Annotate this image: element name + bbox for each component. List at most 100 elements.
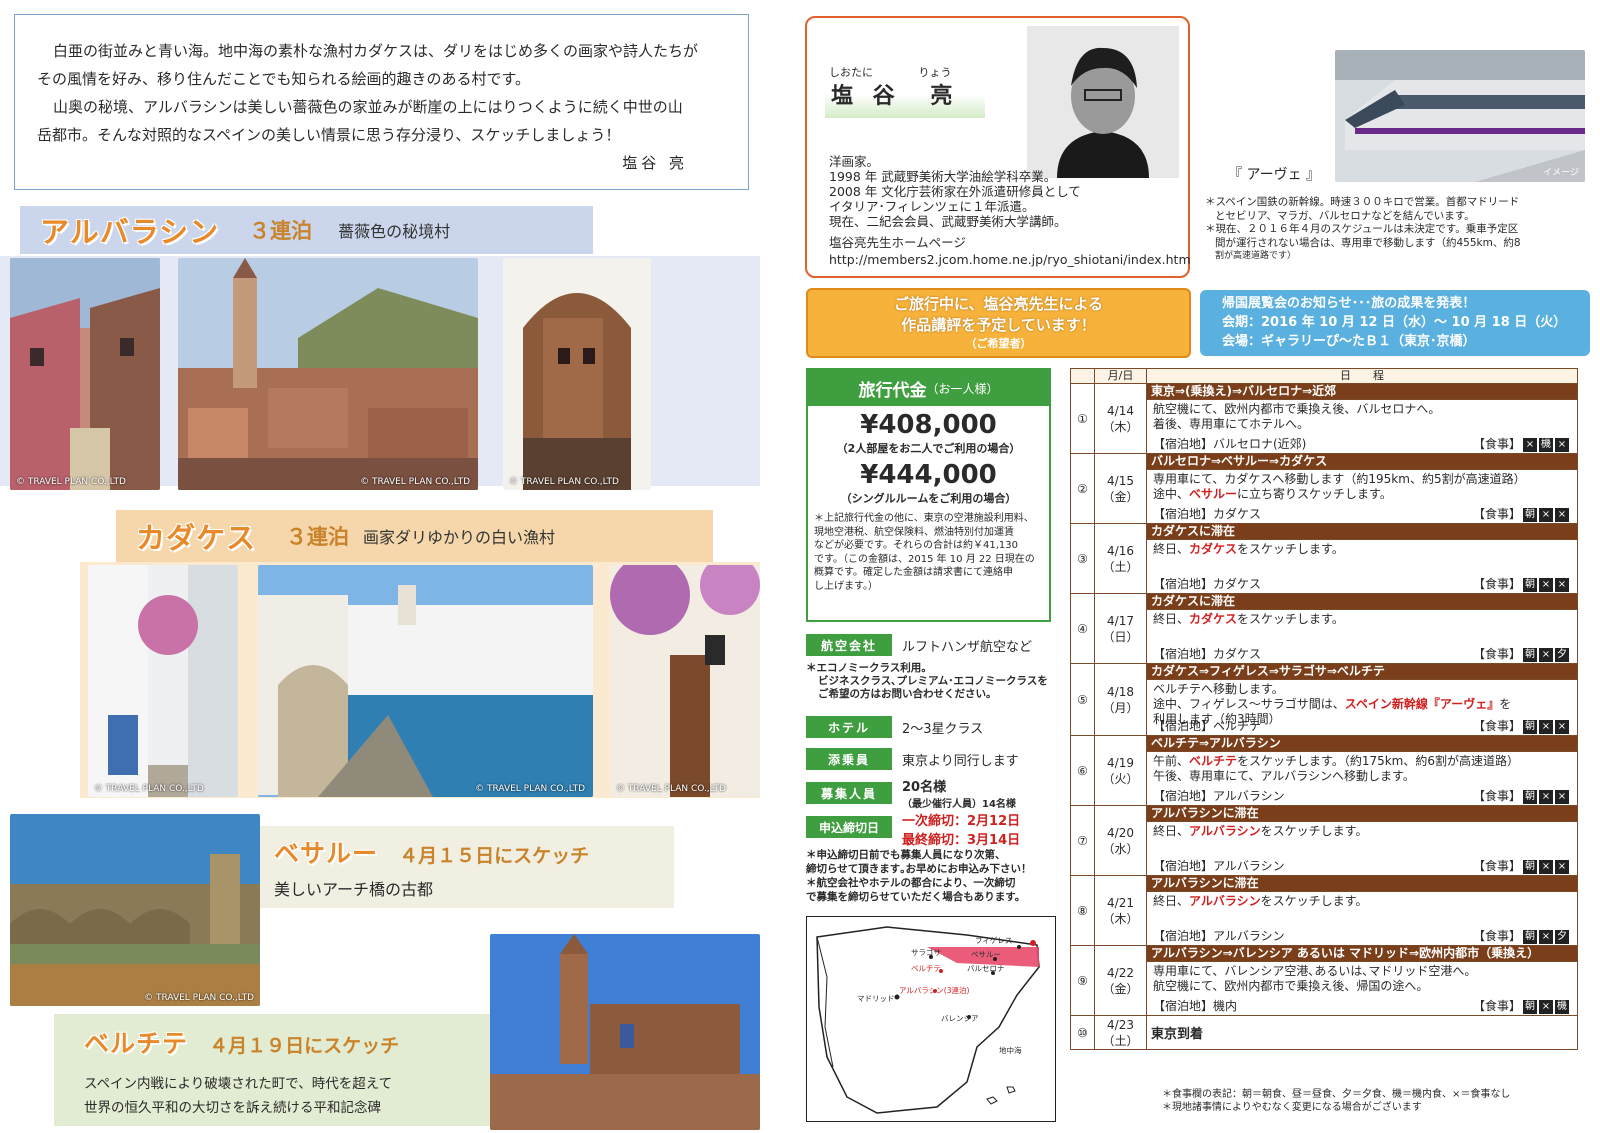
meal-icon: 夕 xyxy=(1555,647,1569,662)
meal-info: 【食事】 × 機 × xyxy=(1473,437,1569,452)
cadaques-photo-bay: © TRAVEL PLAN CO.,LTD xyxy=(258,565,593,797)
price-header: 旅行代金 （お一人様） xyxy=(808,370,1049,406)
meal-icon: × xyxy=(1539,647,1553,662)
legend-line-1: ＊食事欄の表記：朝＝朝食、昼＝昼食、夕＝夕食、機＝機内食、×＝食事なし xyxy=(1162,1089,1511,1100)
day-number: ⑩ xyxy=(1070,1015,1095,1050)
day-detail: 終日、アルバラシンをスケッチします。 【宿泊地】アルバラシン 【食事】朝 × × xyxy=(1146,821,1578,876)
weekday-text: （木） xyxy=(1102,911,1139,926)
meal-icon: 朝 xyxy=(1523,789,1537,804)
meal-icon: 朝 xyxy=(1523,999,1537,1014)
highlight-place: ベルチテ xyxy=(1189,754,1238,768)
guide-row: 添乗員 東京より同行します xyxy=(806,748,1051,770)
weekday-text: （土） xyxy=(1102,559,1139,574)
map-label-zaragoza: サラゴサ xyxy=(911,948,941,957)
map-label-besalu: ベサルー xyxy=(971,950,1001,959)
capacity-label: 募集人員 xyxy=(806,782,892,804)
copyright-label: © TRAVEL PLAN CO.,LTD xyxy=(94,784,204,794)
schedule-detail-row: ベルチテへ移動します。 途中、フィゲレス～サラゴサ間は、スペイン新幹線『アーヴェ』… xyxy=(1071,679,1578,736)
critique-box: ご旅行中に、塩谷亮先生による 作品講評を予定しています！ （ご希望者） xyxy=(806,288,1191,358)
stay-place: 【宿泊地】カダケス xyxy=(1153,647,1262,661)
date-text: 4/17 xyxy=(1107,613,1134,628)
schedule-detail-row: 午前、ベルチテをスケッチします。（約175km、約6割が高速道路） 午後、専用車に… xyxy=(1071,751,1578,806)
schedule-line: 午後、専用車にて、アルバラシンへ移動します。 xyxy=(1153,769,1415,783)
line-part: 終日、 xyxy=(1153,894,1190,908)
bio-line-5: 現在、二紀会会員、武蔵野美術大学講師。 xyxy=(829,214,1067,229)
deadline-note-2: 締切らせて頂きます｡お早めにお申込み下さい！ xyxy=(806,863,1032,875)
critique-line-1: ご旅行中に、塩谷亮先生による xyxy=(893,295,1104,313)
airline-row: 航空会社 ルフトハンザ航空など xyxy=(806,634,1051,656)
weekday-text: （木） xyxy=(1102,419,1139,434)
line-part: 途中、 xyxy=(1153,487,1190,501)
line-part: をスケッチします。 xyxy=(1237,612,1344,626)
schedule-line: 終日、カダケスをスケッチします。 xyxy=(1153,612,1571,627)
day-number: ③ xyxy=(1070,523,1095,594)
day-date: 4/20 （水） xyxy=(1094,805,1147,876)
meal-icon: 朝 xyxy=(1523,929,1537,944)
day-detail: ベルチテへ移動します。 途中、フィゲレス～サラゴサ間は、スペイン新幹線『アーヴェ』… xyxy=(1146,679,1578,736)
copyright-label: © TRAVEL PLAN CO.,LTD xyxy=(616,784,726,794)
albarracin-photo-arch: © TRAVEL PLAN CO.,LTD xyxy=(503,258,651,490)
ave-note-5: 割が高速道路です） xyxy=(1215,251,1297,261)
single-price: ¥444,000 xyxy=(860,460,997,490)
hotel-value: 2～3星クラス xyxy=(902,721,984,737)
day-date: 4/21 （木） xyxy=(1094,875,1147,946)
schedule-line: 航空機にて、欧州内都市で乗換え後、バルセロナへ。 xyxy=(1153,402,1441,416)
meal-icon: 朝 xyxy=(1523,647,1537,662)
albarracin-heading: アルバラシン ３連泊 薔薇色の秘境村 xyxy=(20,206,593,254)
copyright-label: © TRAVEL PLAN CO.,LTD xyxy=(144,993,254,1003)
deadline-row: 申込締切日 一次締切：2月12日 最終締切：3月14日 xyxy=(806,810,1051,848)
schedule-day-row: ⑤ 4/18 （月） カダケス⇒フィゲレス⇒サラゴサ⇒ベルチテ xyxy=(1070,663,1578,736)
meal-label: 【食事】 xyxy=(1472,647,1521,661)
meal-icon: × xyxy=(1539,789,1553,804)
day-number: ⑦ xyxy=(1070,805,1095,876)
albarracin-title: アルバラシン xyxy=(40,215,220,249)
col-plan-header: 日 程 xyxy=(1146,368,1578,384)
schedule-line: ベルチテへ移動します。 xyxy=(1153,682,1284,696)
line-part: 終日、 xyxy=(1153,612,1190,626)
meal-icon: 朝 xyxy=(1523,859,1537,874)
price-box: 旅行代金 （お一人様） ¥408,000 （2人部屋をお二人でご利用の場合） ¥… xyxy=(806,368,1051,622)
stay-place: 【宿泊地】バルセロナ(近郊) xyxy=(1153,437,1307,451)
ave-note-4: 間が運行されない場合は、専用車で移動します（約455km、約8 xyxy=(1215,236,1521,249)
bio-line-1: 洋画家。 xyxy=(829,154,880,169)
date-text: 4/16 xyxy=(1107,543,1134,558)
map-label-albarracin: アルバラシン(3連泊) xyxy=(899,986,970,995)
exhibition-period: 会期：2016 年 10 月 12 日（水）～ 10 月 18 日（火） xyxy=(1222,315,1567,330)
col-date-header: 月/日 xyxy=(1094,368,1147,384)
highlight-place: ベサルー xyxy=(1189,487,1238,501)
besalu-subtitle: 美しいアーチ橋の古都 xyxy=(274,880,434,899)
copyright-label: © TRAVEL PLAN CO.,LTD xyxy=(475,784,585,794)
map-label-barcelona: バルセロナ xyxy=(967,964,1005,973)
date-text: 4/21 xyxy=(1107,895,1134,910)
meal-icon: × xyxy=(1523,437,1537,452)
schedule-line: 着後、専用車にてホテルへ。 xyxy=(1153,417,1310,431)
meal-info: 【食事】朝 × × xyxy=(1473,789,1569,804)
besalu-title: ベサルー xyxy=(274,839,379,868)
meal-info: 【食事】朝 × × xyxy=(1473,859,1569,874)
meal-icon: 朝 xyxy=(1523,507,1537,522)
day-number: ⑨ xyxy=(1070,945,1095,1016)
day-detail: 航空機にて、欧州内都市で乗換え後、バルセロナへ。 着後、専用車にてホテルへ。 【宿泊… xyxy=(1146,399,1578,454)
day-number: ① xyxy=(1070,383,1095,454)
highlight-place: アルバラシン xyxy=(1189,824,1261,838)
day-route: カダケスに滞在 xyxy=(1146,593,1578,610)
date-text: 4/18 xyxy=(1107,684,1134,699)
meal-icon: × xyxy=(1539,719,1553,734)
schedule-line: 途中、フィゲレス～サラゴサ間は、スペイン新幹線『アーヴェ』を xyxy=(1153,697,1571,712)
guide-value: 東京より同行します xyxy=(902,753,1019,769)
day-number: ⑧ xyxy=(1070,875,1095,946)
map-label-madrid: マドリッド xyxy=(857,994,895,1003)
homepage-link[interactable]: http://members2.jcom.home.ne.jp/ryo_shio… xyxy=(829,252,1191,267)
deadline-label: 申込締切日 xyxy=(806,816,892,838)
meal-icon: × xyxy=(1539,999,1553,1014)
albarracin-subtitle: 薔薇色の秘境村 xyxy=(338,222,451,241)
meal-label: 【食事】 xyxy=(1472,577,1521,591)
intro-signature: 塩谷 亮 xyxy=(622,154,688,172)
map-label-valencia: バレンシア xyxy=(941,1014,979,1023)
cadaques-photo-alley: © TRAVEL PLAN CO.,LTD xyxy=(88,565,238,797)
schedule-day-row: ① 4/14 （木） 東京⇒(乗換え)⇒バルセロナ⇒近郊 xyxy=(1070,383,1578,454)
price-fine-3: などが必要です。それらの合計は約￥41,130 xyxy=(814,540,1018,551)
schedule-day-row: ⑨ 4/22 （金） アルバラシン⇒バレンシア あるいは マドリッド⇒欧州内都市（… xyxy=(1070,945,1578,1016)
economy-note-2: ビジネスクラス､プレミアム･エコノミークラスを xyxy=(818,675,1048,687)
day-date: 4/18 （月） xyxy=(1094,663,1147,736)
